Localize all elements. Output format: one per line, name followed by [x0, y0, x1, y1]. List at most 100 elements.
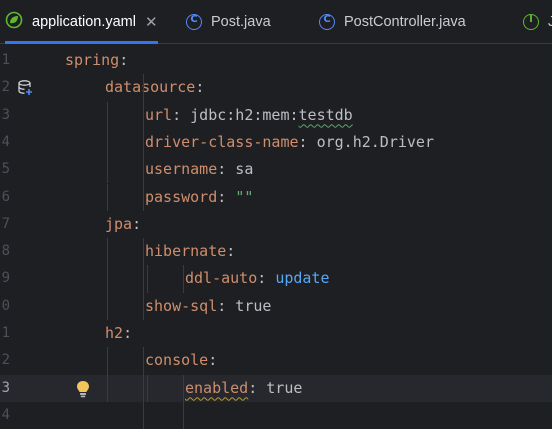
yaml-value: testdb [298, 105, 353, 124]
code-text: driver-class-name: org.h2.Driver [145, 129, 434, 156]
indent-guide [107, 156, 108, 184]
line-number: 6 [1, 188, 10, 205]
yaml-key: spring [65, 51, 120, 69]
close-tab-icon[interactable]: ✕ [145, 13, 158, 31]
indent-guide [107, 347, 108, 375]
indent-guide [107, 101, 108, 129]
code-editor[interactable]: 1 spring: 2 datasource: 3 url: jdbc:h2:mem:te… [0, 44, 552, 429]
code-text: username: sa [145, 156, 253, 183]
yaml-key: datasource [105, 78, 196, 97]
indent-guide [143, 74, 144, 211]
indent-guide [107, 374, 108, 402]
code-line[interactable]: 2 datasource: [0, 74, 552, 101]
yaml-key: password [145, 187, 218, 206]
line-number: 8 [1, 243, 10, 260]
code-text: password: "" [145, 184, 253, 211]
code-line[interactable]: 9 ddl-auto: update [0, 265, 552, 293]
indent-guide [147, 265, 148, 293]
yaml-key: username [145, 160, 218, 179]
class-icon [319, 13, 335, 30]
line-number: 1 [1, 325, 10, 341]
line-number: 0 [1, 297, 10, 314]
code-line[interactable]: 0 show-sql: true [0, 292, 552, 320]
tab-label: application.yaml [32, 13, 136, 30]
yaml-key: hibernate [145, 242, 227, 261]
line-number: 5 [1, 161, 10, 178]
line-number: 3 [1, 106, 10, 123]
indent-guide [107, 238, 108, 266]
indent-guide [183, 374, 184, 429]
code-line[interactable]: 3 url: jdbc:h2:mem:testdb [0, 101, 552, 129]
indent-guide [107, 183, 108, 211]
tab-application-yaml[interactable]: application.yaml ✕ [5, 0, 158, 44]
code-text: show-sql: true [145, 293, 271, 320]
yaml-value: : [132, 214, 142, 233]
code-text: ddl-auto: update [185, 265, 330, 292]
yaml-value: : org.h2.Driver [298, 132, 434, 151]
yaml-value: : true [248, 378, 303, 397]
yaml-key: h2 [105, 324, 124, 342]
code-line[interactable]: 3 enabled: true [0, 374, 552, 402]
code-line[interactable]: 8 hibernate: [0, 238, 552, 266]
editor-tab-bar: application.yaml ✕ Post.java PostControl… [0, 0, 552, 44]
code-line[interactable]: 1 h2: [0, 320, 552, 347]
code-text: console: [145, 347, 217, 374]
yaml-key: ddl-auto [185, 269, 258, 288]
tab-interface-java[interactable]: J [523, 0, 552, 43]
indent-guide [107, 128, 108, 157]
code-line[interactable]: 7 jpa: [0, 211, 552, 238]
lightbulb-icon[interactable] [76, 380, 90, 402]
code-text: enabled: true [185, 375, 302, 402]
line-number: 9 [1, 270, 10, 287]
line-number: 2 [1, 79, 10, 96]
yaml-string: "" [235, 187, 254, 206]
code-line[interactable]: 4 driver-class-name: org.h2.Driver [0, 128, 552, 157]
class-icon [186, 13, 202, 30]
yaml-value: : [257, 269, 276, 288]
yaml-value: : [195, 78, 205, 97]
yaml-key: url [145, 105, 173, 124]
indent-guide [143, 347, 144, 429]
line-number: 3 [1, 379, 10, 396]
code-text: jpa: [105, 211, 141, 238]
code-line[interactable]: 1 spring: [0, 47, 552, 74]
yaml-value: : [217, 187, 236, 206]
yaml-key: show-sql [145, 296, 218, 315]
tab-label: PostController.java [344, 13, 466, 30]
tab-postcontroller-java[interactable]: PostController.java [319, 0, 466, 43]
line-number: 7 [1, 215, 10, 232]
indent-guide [143, 238, 144, 320]
yaml-value: : jdbc:h2:mem: [172, 105, 299, 124]
code-text: h2: [105, 320, 132, 347]
yaml-value: : [119, 51, 129, 69]
tab-label: J [548, 13, 552, 30]
line-number: 4 [1, 133, 10, 150]
yaml-key: enabled [185, 378, 249, 397]
code-text: url: jdbc:h2:mem:testdb [145, 102, 353, 129]
yaml-key: driver-class-name [145, 132, 299, 151]
code-text: spring: [65, 47, 128, 74]
tab-post-java[interactable]: Post.java [186, 0, 271, 43]
indent-guide [107, 265, 108, 293]
yaml-key: console [145, 351, 209, 370]
yaml-value: : true [217, 296, 272, 315]
spring-leaf-icon [5, 11, 23, 33]
tab-label: Post.java [211, 13, 271, 30]
yaml-value: : sa [217, 160, 254, 179]
indent-guide [107, 292, 108, 320]
code-text: hibernate: [145, 238, 235, 265]
yaml-value: update [275, 269, 330, 288]
indent-guide [147, 374, 148, 402]
database-icon[interactable] [17, 79, 34, 100]
code-line[interactable]: 6 password: "" [0, 183, 552, 211]
indent-guide [183, 265, 184, 293]
code-line[interactable]: 5 username: sa [0, 156, 552, 184]
interface-icon [523, 13, 539, 30]
line-number: 2 [1, 352, 10, 369]
line-number: 1 [1, 52, 10, 68]
code-text: datasource: [105, 74, 204, 101]
yaml-value: : [123, 324, 133, 342]
yaml-value: : [208, 351, 218, 370]
code-line[interactable]: 2 console: [0, 347, 552, 375]
yaml-key: jpa [105, 214, 133, 233]
